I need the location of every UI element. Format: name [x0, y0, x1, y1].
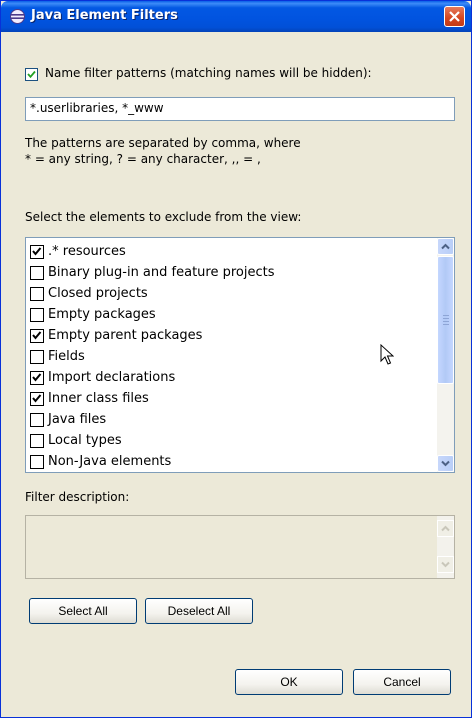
checkmark-icon — [27, 70, 36, 79]
scroll-thumb[interactable] — [437, 256, 454, 384]
select-all-button[interactable]: Select All — [29, 598, 137, 624]
list-item-checkbox[interactable] — [30, 308, 44, 322]
exclude-list-item[interactable]: Empty packages — [30, 305, 430, 326]
name-filter-checkbox[interactable] — [25, 68, 38, 81]
dialog-title: Java Element Filters — [31, 8, 178, 23]
grip-line — [443, 324, 449, 325]
close-button[interactable] — [444, 6, 465, 27]
list-item-checkbox[interactable] — [30, 245, 44, 259]
exclude-list-item[interactable]: Binary plug-in and feature projects — [30, 263, 430, 284]
chevron-down-icon — [441, 460, 450, 467]
name-filter-input[interactable]: *.userlibraries, *_www — [25, 97, 455, 121]
exclude-list-item[interactable]: Import declarations — [30, 368, 430, 389]
patterns-help-line2: * = any string, ? = any character, ,, = … — [25, 152, 261, 166]
scroll-down-button[interactable] — [437, 455, 454, 472]
description-scrollbar — [437, 516, 454, 578]
exclude-label: Select the elements to exclude from the … — [25, 210, 302, 224]
exclude-list-item[interactable]: Closed projects — [30, 284, 430, 305]
list-item-checkbox[interactable] — [30, 329, 44, 343]
ok-button[interactable]: OK — [235, 669, 343, 695]
grip-line — [443, 315, 449, 316]
checkmark-icon — [32, 247, 42, 256]
checkmark-icon — [32, 394, 42, 403]
list-item-label: Java files — [48, 412, 107, 427]
list-item-checkbox[interactable] — [30, 287, 44, 301]
name-filter-value: *.userlibraries, *_www — [30, 101, 164, 115]
list-item-checkbox[interactable] — [30, 392, 44, 406]
cancel-button[interactable]: Cancel — [353, 669, 451, 695]
list-item-label: Empty parent packages — [48, 328, 203, 343]
chevron-up-icon — [441, 525, 450, 532]
checkmark-icon — [32, 373, 42, 382]
list-item-label: Closed projects — [48, 286, 148, 301]
filter-description-label: Filter description: — [25, 490, 130, 504]
list-item-label: .* resources — [48, 244, 126, 259]
grip-line — [443, 318, 449, 319]
exclude-list-item[interactable]: Fields — [30, 347, 430, 368]
desc-scroll-down-button — [437, 556, 454, 573]
list-item-label: Import declarations — [48, 370, 176, 385]
grip-line — [443, 321, 449, 322]
title-bar[interactable]: Java Element Filters — [1, 1, 471, 32]
name-filter-label[interactable]: Name filter patterns (matching names wil… — [45, 66, 372, 80]
list-item-label: Binary plug-in and feature projects — [48, 265, 275, 280]
list-item-label: Empty packages — [48, 307, 156, 322]
mouse-cursor-icon — [380, 344, 394, 365]
deselect-all-button[interactable]: Deselect All — [145, 598, 253, 624]
exclude-list-item[interactable]: .* resources — [30, 242, 430, 263]
list-item-checkbox[interactable] — [30, 434, 44, 448]
list-item-checkbox[interactable] — [30, 266, 44, 280]
list-item-label: Non-Java elements — [48, 454, 172, 469]
list-item-checkbox[interactable] — [30, 455, 44, 469]
exclude-list-item[interactable]: Local types — [30, 431, 430, 452]
patterns-help-line1: The patterns are separated by comma, whe… — [25, 136, 301, 150]
dialog-window: Java Element Filters Name filter pattern… — [0, 0, 472, 718]
scroll-up-button[interactable] — [437, 238, 454, 255]
list-item-checkbox[interactable] — [30, 371, 44, 385]
list-item-label: Inner class files — [48, 391, 149, 406]
chevron-up-icon — [441, 243, 450, 250]
list-item-checkbox[interactable] — [30, 350, 44, 364]
desc-scroll-up-button — [437, 520, 454, 537]
list-item-label: Local types — [48, 433, 122, 448]
exclude-list-item[interactable]: Java files — [30, 410, 430, 431]
chevron-down-icon — [441, 561, 450, 568]
checkmark-icon — [32, 331, 42, 340]
java-eclipse-icon — [10, 9, 25, 24]
close-icon — [449, 11, 460, 22]
exclude-list-item[interactable]: Empty parent packages — [30, 326, 430, 347]
filter-description-box — [25, 515, 455, 579]
exclude-list-item[interactable]: Non-Java elements — [30, 452, 430, 472]
list-item-checkbox[interactable] — [30, 413, 44, 427]
list-scrollbar[interactable] — [437, 238, 454, 472]
list-item-label: Fields — [48, 349, 85, 364]
exclude-list-item[interactable]: Inner class files — [30, 389, 430, 410]
